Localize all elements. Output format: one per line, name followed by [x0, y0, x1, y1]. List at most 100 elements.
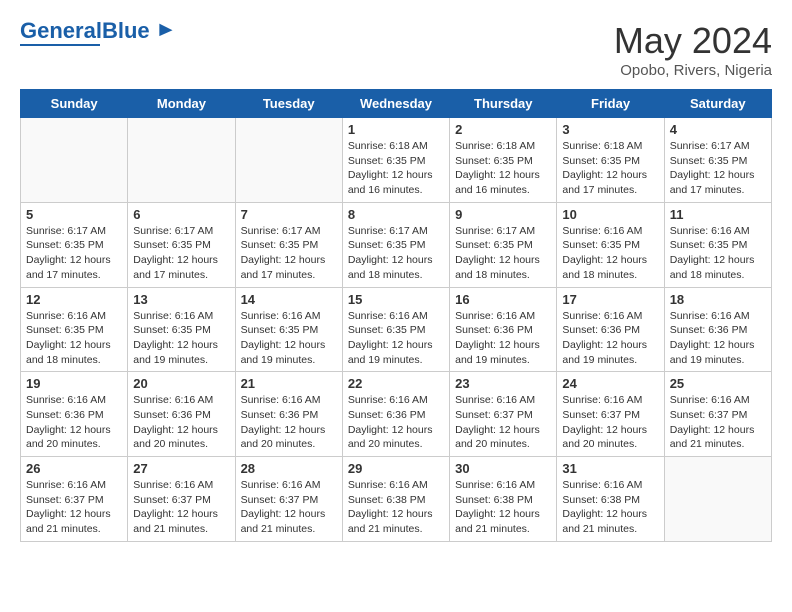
day-number: 26 [26, 461, 122, 476]
calendar-cell: 16 Sunrise: 6:16 AM Sunset: 6:36 PM Dayli… [450, 287, 557, 372]
day-info: Sunrise: 6:16 AM Sunset: 6:36 PM Dayligh… [670, 309, 766, 368]
day-info: Sunrise: 6:18 AM Sunset: 6:35 PM Dayligh… [562, 139, 658, 198]
day-number: 30 [455, 461, 551, 476]
day-info: Sunrise: 6:16 AM Sunset: 6:38 PM Dayligh… [455, 478, 551, 537]
day-info: Sunrise: 6:16 AM Sunset: 6:36 PM Dayligh… [241, 393, 337, 452]
day-number: 28 [241, 461, 337, 476]
day-number: 23 [455, 376, 551, 391]
day-number: 1 [348, 122, 444, 137]
day-number: 13 [133, 292, 229, 307]
calendar-cell: 2 Sunrise: 6:18 AM Sunset: 6:35 PM Daylig… [450, 118, 557, 203]
weekday-header: Sunday [21, 90, 128, 118]
day-number: 16 [455, 292, 551, 307]
day-info: Sunrise: 6:18 AM Sunset: 6:35 PM Dayligh… [348, 139, 444, 198]
day-info: Sunrise: 6:16 AM Sunset: 6:36 PM Dayligh… [562, 309, 658, 368]
calendar-cell: 17 Sunrise: 6:16 AM Sunset: 6:36 PM Dayli… [557, 287, 664, 372]
calendar-cell: 28 Sunrise: 6:16 AM Sunset: 6:37 PM Dayli… [235, 457, 342, 542]
day-number: 7 [241, 207, 337, 222]
day-info: Sunrise: 6:16 AM Sunset: 6:38 PM Dayligh… [348, 478, 444, 537]
calendar-cell: 19Sunrise: 6:16 AM Sunset: 6:36 PM Dayli… [21, 372, 128, 457]
day-number: 31 [562, 461, 658, 476]
day-number: 27 [133, 461, 229, 476]
logo: GeneralBlue [20, 20, 174, 46]
calendar-cell: 26 Sunrise: 6:16 AM Sunset: 6:37 PM Dayli… [21, 457, 128, 542]
day-number: 12 [26, 292, 122, 307]
day-info: Sunrise: 6:17 AM Sunset: 6:35 PM Dayligh… [348, 224, 444, 283]
calendar-week-row: 1 Sunrise: 6:18 AM Sunset: 6:35 PM Daylig… [21, 118, 772, 203]
day-info: Sunrise: 6:16 AM Sunset: 6:36 PM Dayligh… [348, 393, 444, 452]
day-info: Sunrise: 6:16 AM Sunset: 6:36 PM Dayligh… [133, 393, 229, 452]
day-number: 8 [348, 207, 444, 222]
calendar-cell: 5 Sunrise: 6:17 AM Sunset: 6:35 PM Daylig… [21, 202, 128, 287]
day-info: Sunrise: 6:18 AM Sunset: 6:35 PM Dayligh… [455, 139, 551, 198]
day-number: 18 [670, 292, 766, 307]
calendar-cell: 23 Sunrise: 6:16 AM Sunset: 6:37 PM Dayli… [450, 372, 557, 457]
calendar-cell [21, 118, 128, 203]
day-info: Sunrise: 6:16 AM Sunset: 6:35 PM Dayligh… [348, 309, 444, 368]
day-number: 4 [670, 122, 766, 137]
day-number: 21 [241, 376, 337, 391]
calendar-cell: 25 Sunrise: 6:16 AM Sunset: 6:37 PM Dayli… [664, 372, 771, 457]
calendar-cell: 29 Sunrise: 6:16 AM Sunset: 6:38 PM Dayli… [342, 457, 449, 542]
day-number: 14 [241, 292, 337, 307]
weekday-header-row: SundayMondayTuesdayWednesdayThursdayFrid… [21, 90, 772, 118]
calendar-week-row: 19Sunrise: 6:16 AM Sunset: 6:36 PM Dayli… [21, 372, 772, 457]
calendar-cell: 20Sunrise: 6:16 AM Sunset: 6:36 PM Dayli… [128, 372, 235, 457]
calendar-table: SundayMondayTuesdayWednesdayThursdayFrid… [20, 89, 772, 542]
calendar-cell: 3Sunrise: 6:18 AM Sunset: 6:35 PM Daylig… [557, 118, 664, 203]
day-info: Sunrise: 6:16 AM Sunset: 6:35 PM Dayligh… [670, 224, 766, 283]
day-number: 9 [455, 207, 551, 222]
weekday-header: Wednesday [342, 90, 449, 118]
month-year: May 2024 [614, 20, 772, 62]
calendar-cell: 31Sunrise: 6:16 AM Sunset: 6:38 PM Dayli… [557, 457, 664, 542]
day-number: 17 [562, 292, 658, 307]
weekday-header: Saturday [664, 90, 771, 118]
calendar-cell: 4 Sunrise: 6:17 AM Sunset: 6:35 PM Daylig… [664, 118, 771, 203]
calendar-cell: 8 Sunrise: 6:17 AM Sunset: 6:35 PM Daylig… [342, 202, 449, 287]
title-block: May 2024 Opobo, Rivers, Nigeria [614, 20, 772, 79]
day-info: Sunrise: 6:17 AM Sunset: 6:35 PM Dayligh… [455, 224, 551, 283]
day-number: 25 [670, 376, 766, 391]
calendar-cell: 22 Sunrise: 6:16 AM Sunset: 6:36 PM Dayli… [342, 372, 449, 457]
calendar-cell: 21 Sunrise: 6:16 AM Sunset: 6:36 PM Dayli… [235, 372, 342, 457]
day-number: 5 [26, 207, 122, 222]
logo-icon [152, 20, 174, 42]
calendar-cell: 6Sunrise: 6:17 AM Sunset: 6:35 PM Daylig… [128, 202, 235, 287]
day-info: Sunrise: 6:16 AM Sunset: 6:37 PM Dayligh… [455, 393, 551, 452]
day-info: Sunrise: 6:17 AM Sunset: 6:35 PM Dayligh… [670, 139, 766, 198]
day-number: 11 [670, 207, 766, 222]
day-number: 29 [348, 461, 444, 476]
day-info: Sunrise: 6:17 AM Sunset: 6:35 PM Dayligh… [26, 224, 122, 283]
calendar-cell: 27 Sunrise: 6:16 AM Sunset: 6:37 PM Dayli… [128, 457, 235, 542]
logo-text: GeneralBlue [20, 20, 150, 42]
day-info: Sunrise: 6:16 AM Sunset: 6:37 PM Dayligh… [133, 478, 229, 537]
calendar-week-row: 5 Sunrise: 6:17 AM Sunset: 6:35 PM Daylig… [21, 202, 772, 287]
day-number: 6 [133, 207, 229, 222]
calendar-cell: 1 Sunrise: 6:18 AM Sunset: 6:35 PM Daylig… [342, 118, 449, 203]
calendar-cell [128, 118, 235, 203]
day-number: 15 [348, 292, 444, 307]
day-info: Sunrise: 6:16 AM Sunset: 6:36 PM Dayligh… [455, 309, 551, 368]
calendar-week-row: 12 Sunrise: 6:16 AM Sunset: 6:35 PM Dayli… [21, 287, 772, 372]
calendar-cell: 24Sunrise: 6:16 AM Sunset: 6:37 PM Dayli… [557, 372, 664, 457]
day-number: 2 [455, 122, 551, 137]
day-info: Sunrise: 6:16 AM Sunset: 6:37 PM Dayligh… [670, 393, 766, 452]
calendar-cell: 30 Sunrise: 6:16 AM Sunset: 6:38 PM Dayli… [450, 457, 557, 542]
calendar-cell [664, 457, 771, 542]
weekday-header: Thursday [450, 90, 557, 118]
day-info: Sunrise: 6:16 AM Sunset: 6:37 PM Dayligh… [26, 478, 122, 537]
page-header: GeneralBlue May 2024 Opobo, Rivers, Nige… [20, 20, 772, 79]
calendar-cell: 12 Sunrise: 6:16 AM Sunset: 6:35 PM Dayli… [21, 287, 128, 372]
day-info: Sunrise: 6:16 AM Sunset: 6:35 PM Dayligh… [133, 309, 229, 368]
weekday-header: Monday [128, 90, 235, 118]
day-number: 22 [348, 376, 444, 391]
calendar-cell: 9 Sunrise: 6:17 AM Sunset: 6:35 PM Daylig… [450, 202, 557, 287]
calendar-cell: 7Sunrise: 6:17 AM Sunset: 6:35 PM Daylig… [235, 202, 342, 287]
location: Opobo, Rivers, Nigeria [614, 62, 772, 79]
calendar-cell: 13 Sunrise: 6:16 AM Sunset: 6:35 PM Dayli… [128, 287, 235, 372]
day-info: Sunrise: 6:16 AM Sunset: 6:35 PM Dayligh… [26, 309, 122, 368]
calendar-cell: 10Sunrise: 6:16 AM Sunset: 6:35 PM Dayli… [557, 202, 664, 287]
day-info: Sunrise: 6:16 AM Sunset: 6:36 PM Dayligh… [26, 393, 122, 452]
day-info: Sunrise: 6:16 AM Sunset: 6:37 PM Dayligh… [241, 478, 337, 537]
day-number: 24 [562, 376, 658, 391]
